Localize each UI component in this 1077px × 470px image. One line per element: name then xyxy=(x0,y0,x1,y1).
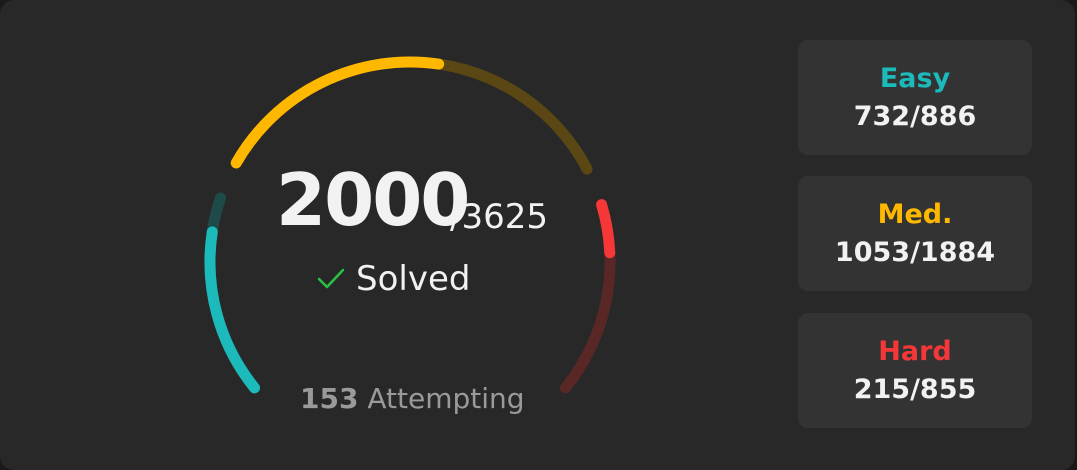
medium-value: 1053/1884 xyxy=(834,236,996,268)
easy-solved-arc xyxy=(204,226,261,394)
medium-track-arc xyxy=(230,56,593,175)
hard-label: Hard xyxy=(878,335,952,367)
medium-label: Med. xyxy=(877,198,953,230)
total-count: /3625 xyxy=(450,197,548,237)
hard-value: 215/855 xyxy=(853,373,977,405)
check-icon xyxy=(317,268,345,289)
attempting-label: Attempting xyxy=(367,382,525,415)
attempting-count: 153 xyxy=(300,382,359,415)
solved-status: Solved xyxy=(316,262,470,296)
medium-solved-arc xyxy=(230,56,445,169)
easy-stat-card[interactable]: Easy 732/886 xyxy=(798,40,1032,155)
easy-label: Easy xyxy=(879,62,951,94)
solved-count: 2000 xyxy=(276,158,470,242)
hard-stat-card[interactable]: Hard 215/855 xyxy=(798,313,1032,428)
attempting-info: 153 Attempting xyxy=(300,385,525,413)
easy-value: 732/886 xyxy=(853,100,977,132)
medium-stat-card[interactable]: Med. 1053/1884 xyxy=(798,176,1032,291)
hard-solved-arc xyxy=(596,199,616,259)
solved-label: Solved xyxy=(356,259,471,299)
